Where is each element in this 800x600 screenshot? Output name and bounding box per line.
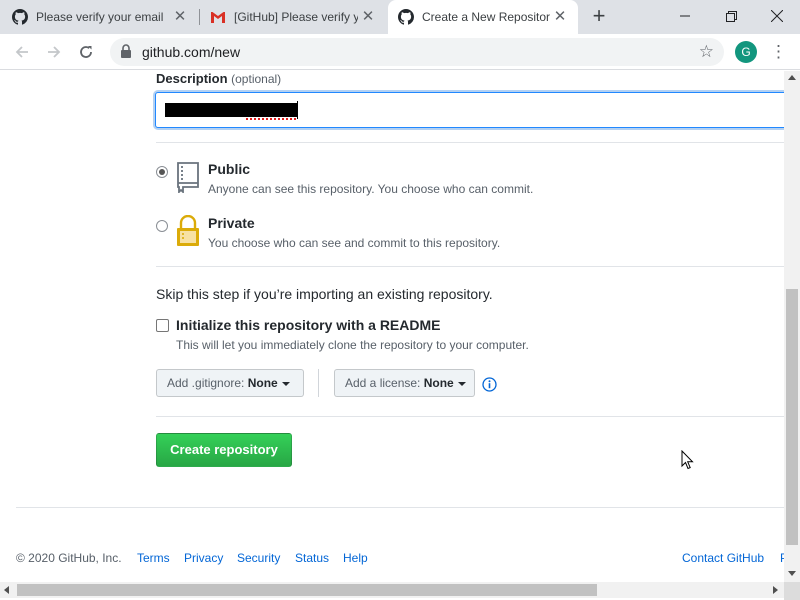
footer-link-help[interactable]: Help	[343, 551, 368, 565]
license-dropdown[interactable]: Add a license: None	[334, 369, 475, 397]
chevron-down-icon	[281, 381, 290, 386]
browser-tab-strip: Please verify your email ✕ [GitHub] Plea…	[0, 0, 800, 34]
divider	[156, 142, 784, 143]
address-bar[interactable]: github.com/new ☆	[110, 38, 724, 66]
skip-step-text: Skip this step if you’re importing an ex…	[156, 286, 493, 302]
gmail-icon	[210, 9, 226, 25]
footer-link-security[interactable]: Security	[237, 551, 280, 565]
footer-link-privacy[interactable]: Privacy	[184, 551, 223, 565]
tab-title: Please verify your email	[36, 10, 164, 24]
chevron-down-icon	[457, 381, 466, 386]
minimize-button[interactable]	[662, 0, 708, 32]
license-value: None	[423, 376, 454, 390]
footer-divider	[16, 507, 784, 508]
lock-icon	[175, 214, 201, 252]
github-icon	[398, 9, 414, 25]
arrow-left-icon	[15, 46, 28, 58]
vertical-scroll-thumb[interactable]	[786, 289, 798, 545]
minimize-icon	[680, 15, 690, 17]
gitignore-value: None	[247, 376, 278, 390]
description-label: Description (optional)	[156, 71, 281, 86]
scrollbar-corner	[784, 582, 800, 600]
close-icon	[771, 10, 783, 22]
lock-icon	[120, 44, 132, 63]
private-note: You choose who can see and commit to thi…	[208, 236, 501, 250]
tab-title: Create a New Repositor	[422, 10, 550, 24]
readme-checkbox[interactable]	[156, 319, 169, 332]
tab-divider	[199, 9, 200, 25]
close-icon[interactable]: ✕	[552, 9, 568, 25]
github-icon	[12, 9, 28, 25]
divider	[156, 416, 784, 417]
public-title: Public	[208, 161, 251, 177]
reload-icon	[80, 46, 92, 58]
restore-button[interactable]	[708, 0, 754, 32]
license-prefix: Add a license:	[345, 376, 421, 390]
arrow-right-icon	[48, 46, 61, 58]
restore-icon	[725, 10, 737, 22]
dropdown-divider	[318, 369, 319, 397]
footer-link-contact[interactable]: Contact GitHub	[682, 551, 764, 565]
footer-link-status[interactable]: Status	[295, 551, 329, 565]
reload-button[interactable]	[74, 40, 98, 64]
tab-gmail-verify[interactable]: [GitHub] Please verify y ✕	[210, 0, 386, 34]
private-title: Private	[208, 215, 255, 231]
back-button[interactable]	[10, 40, 34, 64]
description-label-text: Description	[156, 71, 228, 86]
close-window-button[interactable]	[754, 0, 800, 32]
text-caret	[297, 101, 298, 119]
gitignore-dropdown[interactable]: Add .gitignore: None	[156, 369, 304, 397]
new-tab-button[interactable]: +	[588, 5, 610, 28]
close-icon[interactable]: ✕	[172, 9, 188, 25]
vertical-scrollbar[interactable]	[784, 71, 800, 582]
description-optional: (optional)	[231, 72, 282, 86]
readme-label[interactable]: Initialize this repository with a README	[176, 317, 440, 333]
scroll-down-icon[interactable]	[788, 571, 796, 576]
scroll-left-icon[interactable]	[4, 586, 9, 594]
info-icon[interactable]	[482, 377, 497, 397]
redacted-value	[165, 103, 297, 117]
scroll-right-icon[interactable]	[773, 586, 778, 594]
gitignore-prefix: Add .gitignore:	[167, 376, 245, 390]
star-icon[interactable]: ☆	[699, 42, 714, 62]
horizontal-scrollbar[interactable]	[0, 582, 784, 598]
tab-verify-email[interactable]: Please verify your email ✕	[12, 0, 198, 34]
mouse-cursor-icon	[681, 449, 695, 475]
close-icon[interactable]: ✕	[360, 9, 376, 25]
scroll-up-icon[interactable]	[788, 75, 796, 80]
private-radio[interactable]	[156, 220, 168, 232]
public-radio[interactable]	[156, 166, 168, 178]
url-text: github.com/new	[142, 44, 241, 60]
repo-book-icon	[175, 161, 201, 198]
footer-copyright: © 2020 GitHub, Inc.	[16, 551, 122, 565]
spellcheck-underline	[246, 118, 296, 120]
forward-button[interactable]	[42, 40, 66, 64]
tab-create-repo[interactable]: Create a New Repositor ✕	[388, 0, 578, 34]
footer-link-terms[interactable]: Terms	[137, 551, 170, 565]
page-content: Description (optional) Public Anyone can…	[0, 71, 784, 582]
divider	[156, 266, 784, 267]
create-repository-button[interactable]: Create repository	[156, 433, 292, 467]
profile-avatar[interactable]: G	[735, 41, 757, 63]
horizontal-scroll-thumb[interactable]	[17, 584, 597, 596]
tab-title: [GitHub] Please verify y	[234, 10, 358, 24]
public-note: Anyone can see this repository. You choo…	[208, 182, 534, 196]
description-input[interactable]	[155, 92, 784, 128]
browser-menu-icon[interactable]: ⋮	[770, 41, 787, 63]
browser-toolbar: github.com/new ☆ G ⋮	[0, 34, 800, 70]
readme-note: This will let you immediately clone the …	[176, 338, 529, 352]
